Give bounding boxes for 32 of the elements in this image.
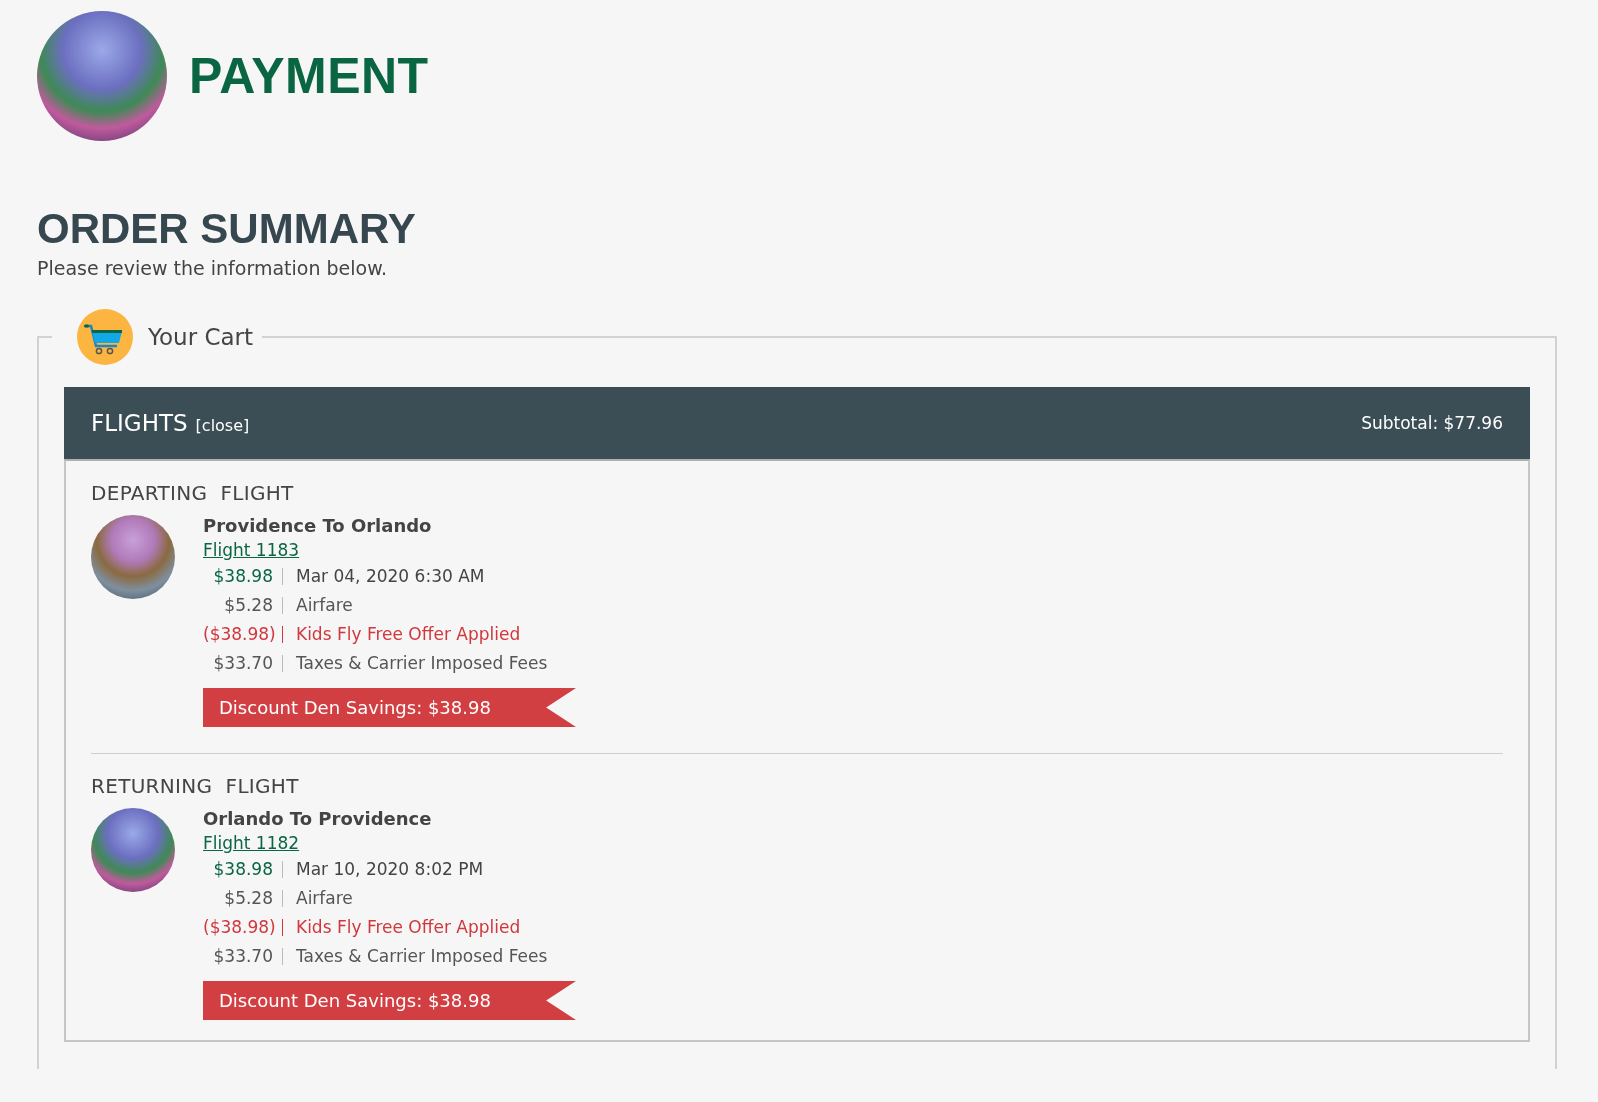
subtitle: Please review the information below. — [37, 257, 388, 279]
cart-icon — [77, 309, 133, 365]
price-label: Airfare — [295, 890, 354, 907]
price-label: Mar 04, 2020 6:30 AM — [295, 568, 486, 585]
close-link[interactable]: [close] — [195, 416, 250, 435]
price-amount: $5.28 — [203, 597, 283, 614]
price-amount: $5.28 — [203, 890, 283, 907]
section-header-title: FLIGHTS — [91, 410, 188, 436]
price-amount: $33.70 — [203, 948, 283, 965]
price-amount: $33.70 — [203, 655, 283, 672]
section-title: ORDER SUMMARY — [37, 205, 417, 253]
route-title: Providence To Orlando — [203, 515, 432, 536]
cart-title: Your Cart — [148, 324, 254, 350]
price-amount: ($38.98) — [203, 919, 283, 936]
price-label: Mar 10, 2020 8:02 PM — [295, 861, 485, 878]
savings-ribbon: Discount Den Savings: $38.98 — [203, 688, 576, 727]
page-title: PAYMENT — [189, 47, 429, 105]
price-label: Kids Fly Free Offer Applied — [295, 919, 522, 936]
price-label: Taxes & Carrier Imposed Fees — [295, 655, 548, 672]
price-label: Kids Fly Free Offer Applied — [295, 626, 522, 643]
price-label: Taxes & Carrier Imposed Fees — [295, 948, 548, 965]
price-amount: $38.98 — [203, 568, 283, 585]
flight-link[interactable]: Flight 1182 — [203, 833, 300, 853]
flight-link[interactable]: Flight 1183 — [203, 540, 300, 560]
subtotal: Subtotal: $77.96 — [1361, 413, 1503, 433]
savings-ribbon: Discount Den Savings: $38.98 — [203, 981, 576, 1020]
price-label: Airfare — [295, 597, 354, 614]
price-amount: $38.98 — [203, 861, 283, 878]
flight-heading: DEPARTING FLIGHT — [91, 481, 295, 505]
price-amount: ($38.98) — [203, 626, 283, 643]
flight-heading: RETURNING FLIGHT — [91, 774, 300, 798]
route-title: Orlando To Providence — [203, 808, 432, 829]
